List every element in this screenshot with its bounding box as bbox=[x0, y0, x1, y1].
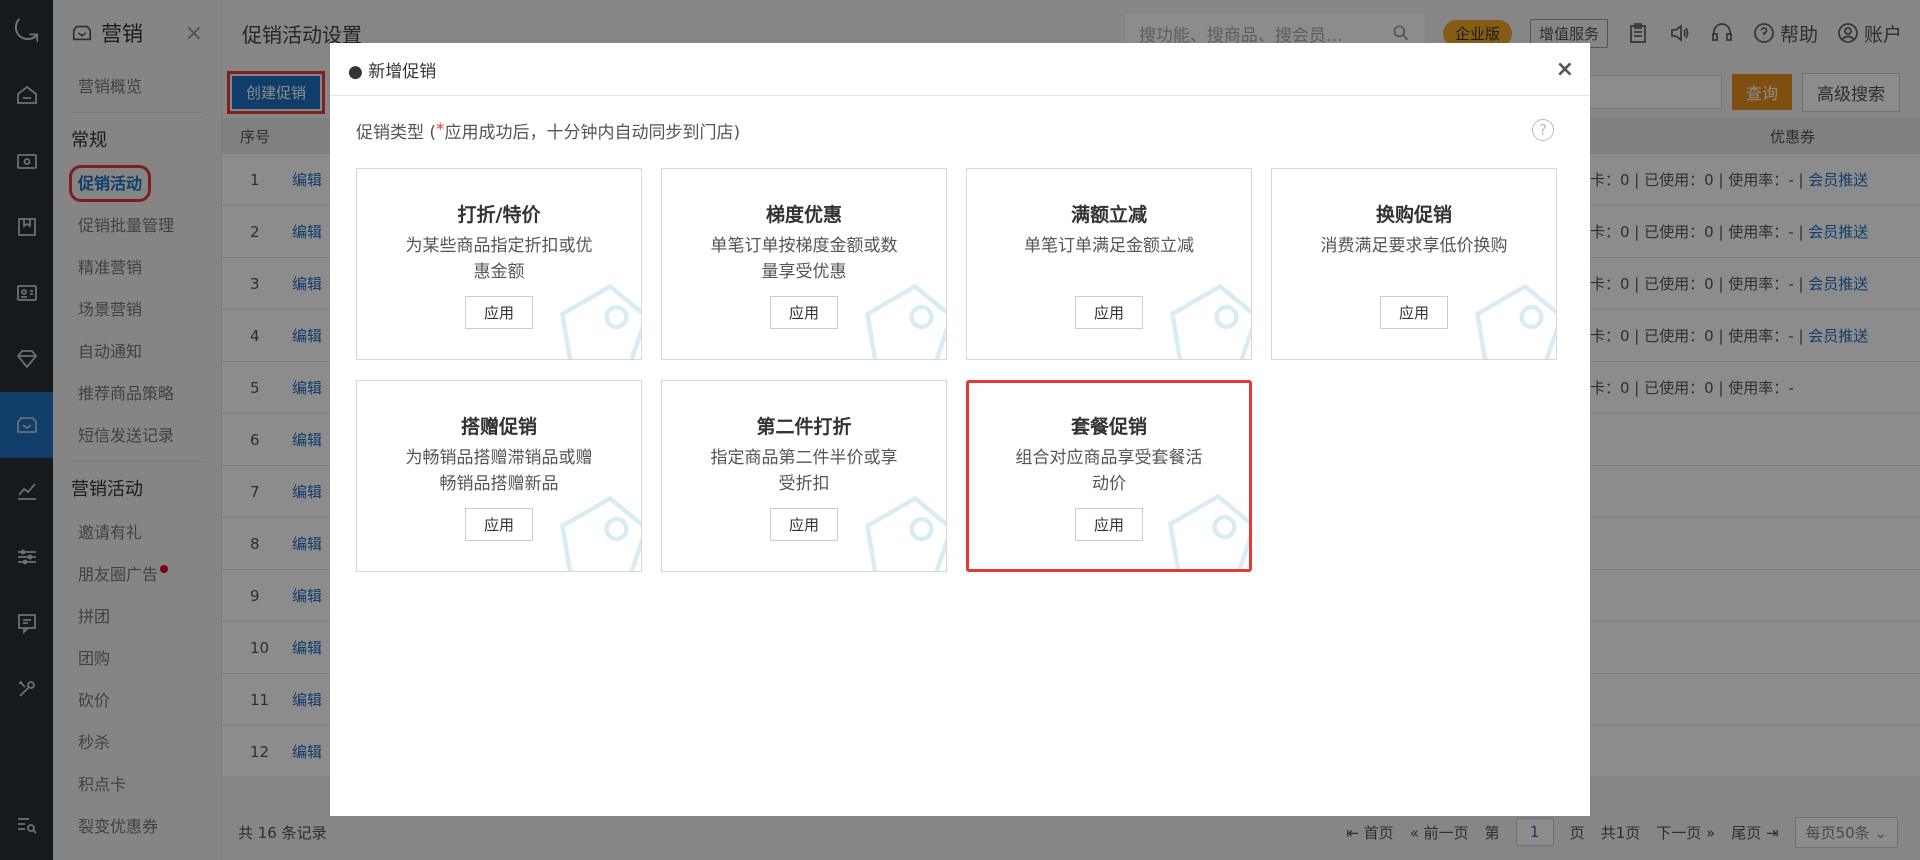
help-icon[interactable]: ? bbox=[1532, 119, 1554, 141]
tag-watermark-icon bbox=[1170, 283, 1251, 359]
tag-watermark-icon bbox=[1168, 493, 1249, 569]
dialog-close-button[interactable]: × bbox=[1556, 57, 1574, 82]
tag-watermark-icon bbox=[560, 495, 641, 571]
promo-card-tiered-discount: 梯度优惠 单笔订单按梯度金额或数量享受优惠 应用 bbox=[661, 168, 947, 360]
promo-card-spend-reduce: 满额立减 单笔订单满足金额立减 应用 bbox=[966, 168, 1252, 360]
promo-card-exchange-purchase: 换购促销 消费满足要求享低价换购 应用 bbox=[1271, 168, 1557, 360]
apply-button[interactable]: 应用 bbox=[464, 296, 533, 329]
subtitle-pre: 促销类型 ( bbox=[356, 122, 437, 143]
apply-button[interactable]: 应用 bbox=[769, 508, 838, 541]
tag-watermark-icon bbox=[1475, 283, 1556, 359]
subtitle-post: 应用成功后，十分钟内自动同步到门店) bbox=[444, 122, 741, 143]
promo-card-package-promotion: 套餐促销 组合对应商品享受套餐活动价 应用 bbox=[966, 380, 1252, 572]
promo-card-title: 第二件打折 bbox=[756, 416, 852, 438]
apply-button[interactable]: 应用 bbox=[1379, 296, 1448, 329]
apply-button[interactable]: 应用 bbox=[769, 296, 838, 329]
promotion-type-grid: 打折/特价 为某些商品指定折扣或优惠金额 应用 梯度优惠 单笔订单按梯度金额或数量享受优… bbox=[356, 168, 1557, 572]
promo-card-gift-bundle: 搭赠促销 为畅销品搭赠滞销品或赠畅销品搭赠新品 应用 bbox=[356, 380, 642, 572]
new-promotion-dialog: ● 新增促销 × 促销类型 (* 应用成功后，十分钟内自动同步到门店) ? 打折/… bbox=[330, 43, 1590, 816]
apply-button[interactable]: 应用 bbox=[1074, 296, 1143, 329]
tag-watermark-icon bbox=[560, 283, 641, 359]
tag-watermark-icon bbox=[865, 495, 946, 571]
promo-card-discount-special: 打折/特价 为某些商品指定折扣或优惠金额 应用 bbox=[356, 168, 642, 360]
promo-card-title: 套餐促销 bbox=[1070, 416, 1147, 438]
apply-button[interactable]: 应用 bbox=[1074, 508, 1143, 541]
apply-button[interactable]: 应用 bbox=[464, 508, 533, 541]
required-star: * bbox=[436, 120, 445, 140]
promo-card-title: 满额立减 bbox=[1070, 204, 1147, 226]
promo-card-title: 搭赠促销 bbox=[460, 416, 537, 438]
dialog-subtitle: 促销类型 (* 应用成功后，十分钟内自动同步到门店) ? bbox=[330, 96, 1590, 164]
promo-card-title: 换购促销 bbox=[1375, 204, 1452, 226]
promo-card-title: 打折/特价 bbox=[457, 204, 541, 226]
dialog-header: ● 新增促销 × bbox=[330, 43, 1590, 96]
dialog-title: ● 新增促销 bbox=[348, 61, 437, 82]
promo-card-title: 梯度优惠 bbox=[765, 204, 842, 226]
promo-card-second-item-discount: 第二件打折 指定商品第二件半价或享受折扣 应用 bbox=[661, 380, 947, 572]
tag-watermark-icon bbox=[865, 283, 946, 359]
